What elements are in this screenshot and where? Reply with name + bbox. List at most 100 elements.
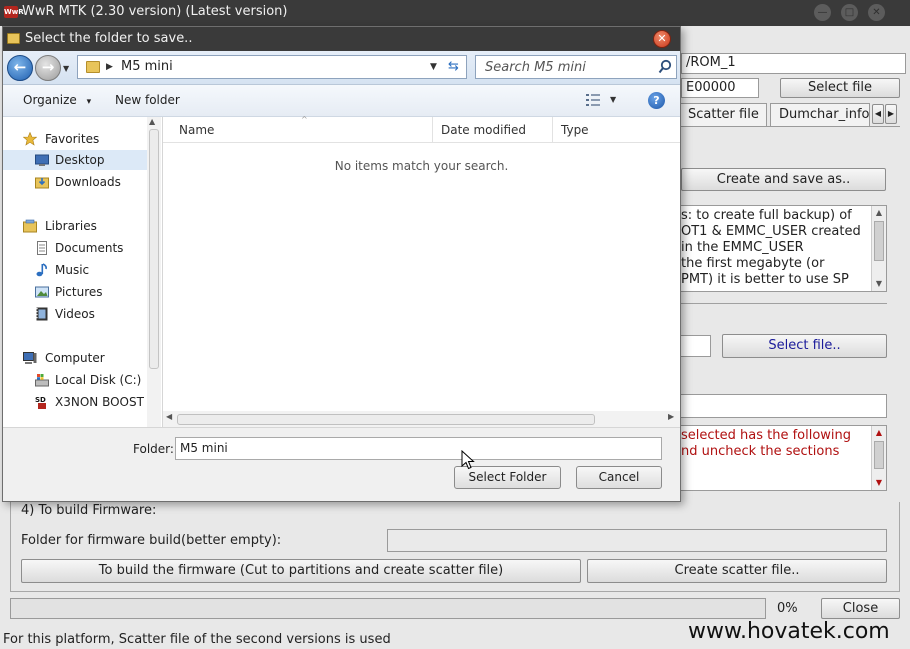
nav-label: Videos — [55, 307, 95, 321]
dialog-titlebar: Select the folder to save.. ✕ — [3, 27, 680, 51]
forward-button[interactable]: → — [35, 55, 61, 81]
search-icon[interactable] — [658, 59, 672, 75]
minimize-button[interactable]: — — [814, 4, 831, 21]
nav-documents[interactable]: Documents — [3, 238, 148, 258]
scroll-down-arrow[interactable]: ▼ — [872, 277, 886, 291]
nav-desktop[interactable]: Desktop — [3, 150, 148, 170]
libraries-icon — [23, 219, 37, 233]
app-titlebar: WwR WwR MTK (2.30 version) (Latest versi… — [0, 0, 910, 26]
app-logo: WwR — [4, 6, 24, 18]
tab-scatter-file[interactable]: Scatter file — [679, 103, 767, 127]
tab-scroll-right-button[interactable]: ▶ — [885, 104, 897, 124]
search-input[interactable]: Search M5 mini — [475, 55, 677, 79]
warning-scrollbar[interactable]: ▲ ▼ — [871, 426, 886, 490]
column-date-modified[interactable]: Date modified — [433, 117, 553, 143]
scroll-thumb[interactable] — [149, 129, 159, 369]
local-disk-icon — [35, 374, 49, 387]
rom-path-field[interactable]: /ROM_1 — [681, 53, 906, 74]
nav-downloads[interactable]: Downloads — [3, 172, 148, 192]
info-line: in the EMMC_USER — [681, 240, 804, 255]
back-button[interactable]: ← — [7, 55, 33, 81]
navpane-scrollbar[interactable]: ▲ — [147, 117, 161, 427]
close-button[interactable]: Close — [821, 598, 900, 619]
column-type[interactable]: Type — [553, 117, 680, 143]
scroll-up-arrow[interactable]: ▲ — [872, 426, 886, 440]
view-dropdown-icon[interactable]: ▼ — [610, 93, 616, 107]
organize-menu[interactable]: Organize ▾ — [23, 93, 91, 107]
dialog-close-button[interactable]: ✕ — [653, 30, 671, 48]
nav-local-disk[interactable]: Local Disk (C:) — [3, 370, 148, 390]
breadcrumb-chevron-icon[interactable]: ▶ — [106, 59, 113, 75]
tab-dumchar-info[interactable]: Dumchar_info — [770, 103, 870, 127]
create-and-save-button[interactable]: Create and save as.. — [681, 168, 886, 191]
app-title: WwR MTK (2.30 version) (Latest version) — [22, 4, 288, 19]
section-divider — [676, 303, 887, 304]
scroll-up-arrow[interactable]: ▲ — [149, 117, 155, 126]
create-scatter-button[interactable]: Create scatter file.. — [587, 559, 887, 583]
nav-computer[interactable]: Computer — [3, 348, 148, 368]
nav-x3non-boost[interactable]: SD X3NON BOOST — [3, 392, 148, 412]
info-line: OT1 & EMMC_USER created — [681, 224, 861, 239]
music-icon — [36, 263, 47, 277]
nav-label: Downloads — [55, 175, 121, 189]
window-close-button[interactable]: ✕ — [868, 4, 885, 21]
nav-label: Desktop — [55, 153, 105, 167]
tab-scroll-left-button[interactable]: ◀ — [872, 104, 884, 124]
breadcrumb-folder[interactable]: M5 mini — [121, 59, 173, 75]
nav-videos[interactable]: Videos — [3, 304, 148, 324]
nav-music[interactable]: Music — [3, 260, 148, 280]
warning-line: selected has the following — [681, 428, 852, 443]
downloads-folder-icon — [35, 177, 49, 189]
nav-favorites[interactable]: Favorites — [3, 129, 148, 149]
column-header: Name ^ Date modified Type — [163, 115, 680, 143]
nav-label: Documents — [55, 241, 124, 255]
scroll-up-arrow[interactable]: ▲ — [872, 206, 886, 220]
refresh-icon[interactable]: ⇆ — [448, 58, 459, 76]
scroll-thumb[interactable] — [874, 441, 884, 469]
scroll-right-arrow[interactable]: ▶ — [668, 412, 674, 421]
help-icon[interactable]: ? — [648, 92, 665, 109]
view-options-icon[interactable] — [585, 93, 601, 107]
firmware-folder-field[interactable] — [387, 529, 887, 552]
partial-field[interactable] — [676, 335, 711, 357]
address-dropdown-icon[interactable]: ▼ — [430, 59, 437, 75]
select-file-button[interactable]: Select file — [780, 78, 900, 98]
organize-label: Organize — [23, 93, 77, 107]
warning-memo[interactable]: selected has the following nd uncheck th… — [676, 425, 887, 491]
folder-icon — [7, 33, 20, 44]
maximize-button[interactable]: □ — [841, 4, 858, 21]
nav-libraries[interactable]: Libraries — [3, 216, 148, 236]
search-placeholder: Search M5 mini — [485, 60, 586, 75]
new-folder-button[interactable]: New folder — [115, 93, 180, 107]
nav-label: Pictures — [55, 285, 103, 299]
desktop-icon — [35, 154, 49, 166]
file-list[interactable]: Name ^ Date modified Type No items match… — [163, 115, 680, 427]
address-field[interactable]: E00000 — [681, 78, 759, 98]
scroll-left-arrow[interactable]: ◀ — [166, 412, 172, 421]
recent-pages-dropdown[interactable]: ▼ — [63, 64, 69, 73]
info-line: the first megabyte (or — [681, 256, 825, 271]
cancel-button[interactable]: Cancel — [576, 466, 662, 489]
scroll-thumb[interactable] — [177, 414, 595, 425]
info-line: PMT) it is better to use SP — [681, 272, 849, 287]
address-bar[interactable]: ▶ M5 mini ▼ ⇆ — [77, 55, 467, 79]
documents-icon — [37, 241, 47, 255]
folder-label: Folder: — [133, 442, 174, 456]
partition-path-field[interactable] — [676, 394, 887, 418]
navigation-bar: ← → ▼ ▶ M5 mini ▼ ⇆ Search M5 mini — [3, 51, 680, 85]
horizontal-scrollbar[interactable]: ◀ ▶ — [163, 411, 680, 427]
section4-label: 4) To build Firmware: — [21, 503, 157, 518]
folder-input[interactable]: M5 mini — [175, 437, 662, 460]
arrow-left-icon: ← — [13, 58, 27, 76]
build-firmware-button[interactable]: To build the firmware (Cut to partitions… — [21, 559, 581, 583]
firmware-folder-label: Folder for firmware build(better empty): — [21, 533, 282, 548]
scroll-down-arrow[interactable]: ▼ — [872, 476, 886, 490]
progress-percent: 0% — [777, 601, 798, 616]
select-file-2-button[interactable]: Select file.. — [722, 334, 887, 358]
scroll-thumb[interactable] — [874, 221, 884, 261]
info-scrollbar[interactable]: ▲ ▼ — [871, 206, 886, 291]
sort-indicator-icon: ^ — [301, 115, 308, 124]
tab-divider — [676, 126, 900, 127]
info-memo[interactable]: s: to create full backup) of OT1 & EMMC_… — [676, 205, 887, 292]
nav-pictures[interactable]: Pictures — [3, 282, 148, 302]
